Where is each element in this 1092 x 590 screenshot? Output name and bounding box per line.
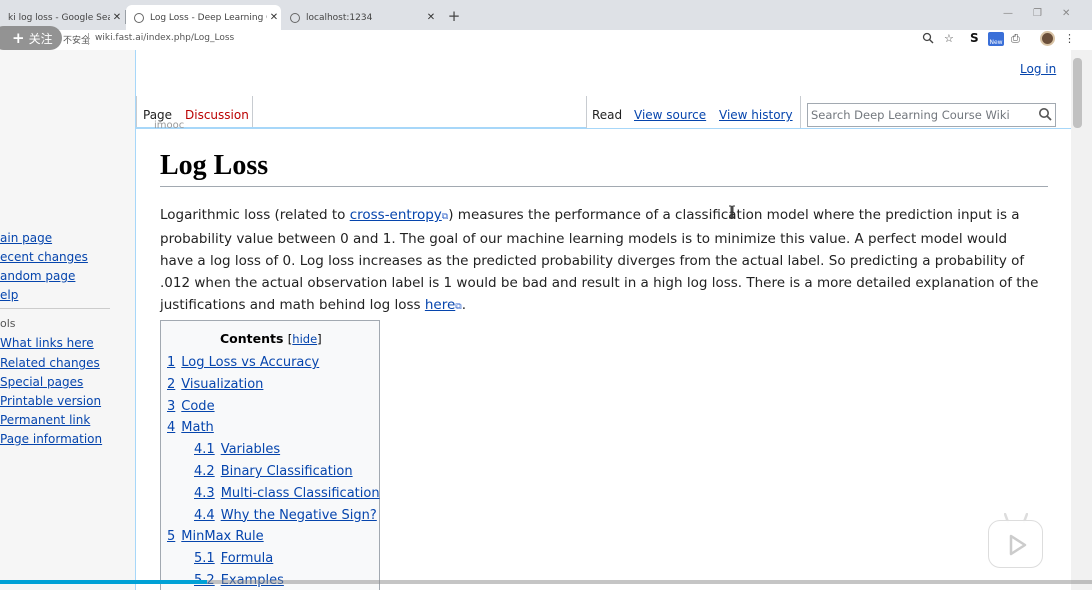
tab-discussion[interactable]: Discussion <box>185 108 249 122</box>
toc-item-4-3[interactable]: 4.3 Multi-class Classification <box>194 486 380 501</box>
tab-title: Log Loss - Deep Learning Cou <box>150 12 267 23</box>
toc-number: 4.3 <box>194 485 215 501</box>
tab-divider <box>586 96 587 128</box>
toc-label: Log Loss vs Accuracy <box>181 355 320 370</box>
toc-number: 5.1 <box>194 551 215 567</box>
close-icon[interactable]: ✕ <box>267 12 281 23</box>
play-button[interactable] <box>988 520 1043 568</box>
sidebar-item-special-pages[interactable]: Special pages <box>0 375 83 389</box>
toc-bracket: ] <box>317 332 322 346</box>
globe-icon <box>290 12 300 23</box>
close-icon[interactable]: ✕ <box>110 12 124 23</box>
toc-item-4-2[interactable]: 4.2 Binary Classification <box>194 464 353 479</box>
extension-new-icon[interactable]: New <box>988 32 1004 46</box>
intro-paragraph: Logarithmic loss (related to cross-entro… <box>160 204 1040 318</box>
plus-icon: + <box>12 29 25 47</box>
toc-item-5[interactable]: 5 MinMax Rule <box>167 529 264 544</box>
browser-tab-localhost[interactable]: localhost:1234 ✕ <box>282 5 438 30</box>
toc-label: Binary Classification <box>220 464 353 479</box>
sidebar-item-printable-version[interactable]: Printable version <box>0 394 101 408</box>
scrollbar-thumb[interactable] <box>1073 58 1082 128</box>
search-icon[interactable] <box>1038 107 1052 121</box>
toc-number: 2 <box>167 376 176 392</box>
url-text[interactable]: wiki.fast.ai/index.php/Log_Loss <box>95 33 234 43</box>
sidebar-item-permanent-link[interactable]: Permanent link <box>0 413 90 427</box>
toc-title: Contents [hide] <box>220 331 322 346</box>
toc-item-1[interactable]: 1 Log Loss vs Accuracy <box>167 355 319 370</box>
play-icon <box>1009 534 1027 556</box>
toc-label: Why the Negative Sign? <box>220 507 377 523</box>
intro-text: . <box>461 297 467 313</box>
menu-icon[interactable]: ⋮ <box>1064 32 1075 45</box>
sidebar-item-recent-changes[interactable]: ecent changes <box>0 250 88 264</box>
toc-label: Multi-class Classification <box>220 485 380 501</box>
tab-divider <box>252 96 253 128</box>
video-progress-fill <box>0 580 208 584</box>
search-input[interactable] <box>811 107 1031 123</box>
toc-item-4-1[interactable]: 4.1 Variables <box>194 442 280 457</box>
extension-print-icon[interactable]: ⎙ <box>1011 32 1020 46</box>
toc-label: Formula <box>220 551 274 567</box>
security-indicator[interactable]: 不安全 <box>63 33 90 46</box>
text-cursor-icon <box>729 205 735 219</box>
close-icon[interactable]: ✕ <box>424 12 438 23</box>
sidebar-item-what-links-here[interactable]: What links here <box>0 336 94 350</box>
sidebar-item-random-page[interactable]: andom page <box>0 269 75 283</box>
tab-divider <box>136 96 137 128</box>
new-tab-icon[interactable]: + <box>445 7 463 25</box>
toc-number: 4.2 <box>194 464 215 479</box>
tab-view-source[interactable]: View source <box>634 108 706 122</box>
title-divider <box>160 186 1048 187</box>
toc-label: Visualization <box>181 376 264 392</box>
tab-title: localhost:1234 <box>306 12 373 23</box>
browser-tab-log-loss[interactable]: Log Loss - Deep Learning Cou ✕ <box>126 5 281 30</box>
search-box <box>807 103 1056 127</box>
toc-number: 4 <box>167 420 176 436</box>
sidebar-item-help[interactable]: elp <box>0 288 18 302</box>
url-divider <box>88 33 89 45</box>
toc-hide-link[interactable]: hide <box>292 332 317 346</box>
toc-number: 5 <box>167 529 176 545</box>
toc-label: Code <box>181 398 215 414</box>
sidebar-item-related-changes[interactable]: Related changes <box>0 356 100 370</box>
bookmark-star-icon[interactable]: ☆ <box>944 32 954 45</box>
toc-label: Math <box>181 420 214 436</box>
restore-icon[interactable]: ❐ <box>1033 8 1042 19</box>
cross-entropy-link[interactable]: cross-entropy <box>350 207 442 223</box>
window-close-icon[interactable]: ✕ <box>1062 8 1070 19</box>
toc-heading: Contents <box>220 331 284 346</box>
toc-label: MinMax Rule <box>181 529 264 545</box>
sidebar <box>0 50 136 590</box>
page-title: Log Loss <box>160 150 269 181</box>
toc-number: 4.4 <box>194 507 215 523</box>
toc-number: 1 <box>167 355 176 370</box>
tab-title: ki log loss - Google Search <box>8 12 110 23</box>
avatar[interactable] <box>1040 31 1055 46</box>
scrollbar[interactable] <box>1071 50 1092 590</box>
zoom-icon[interactable] <box>922 32 934 47</box>
minimize-icon[interactable]: — <box>1003 8 1013 19</box>
toc-item-2[interactable]: 2 Visualization <box>167 377 263 392</box>
toc-item-4-4[interactable]: 4.4 Why the Negative Sign? <box>194 508 377 523</box>
follow-button[interactable]: + 关注 <box>0 26 62 50</box>
toc-item-3[interactable]: 3 Code <box>167 399 215 414</box>
toc-label: Variables <box>220 442 281 458</box>
here-link[interactable]: here <box>425 297 455 313</box>
login-link[interactable]: Log in <box>1020 62 1056 76</box>
globe-icon <box>134 12 144 23</box>
toc-item-5-1[interactable]: 5.1 Formula <box>194 551 273 566</box>
intro-text: Logarithmic loss (related to <box>160 207 350 223</box>
extension-s-icon[interactable]: S <box>970 31 979 45</box>
follow-label: 关注 <box>28 31 53 46</box>
toc-item-4[interactable]: 4 Math <box>167 420 214 435</box>
toc-number: 4.1 <box>194 442 215 458</box>
tab-view-history[interactable]: View history <box>719 108 793 122</box>
sidebar-tools-heading: ols <box>0 317 16 330</box>
tab-divider <box>800 96 801 128</box>
sidebar-item-main-page[interactable]: ain page <box>0 231 52 245</box>
tab-read[interactable]: Read <box>592 108 622 122</box>
sidebar-item-page-information[interactable]: Page information <box>0 432 102 446</box>
toc-number: 3 <box>167 398 176 414</box>
sidebar-divider <box>0 308 110 309</box>
